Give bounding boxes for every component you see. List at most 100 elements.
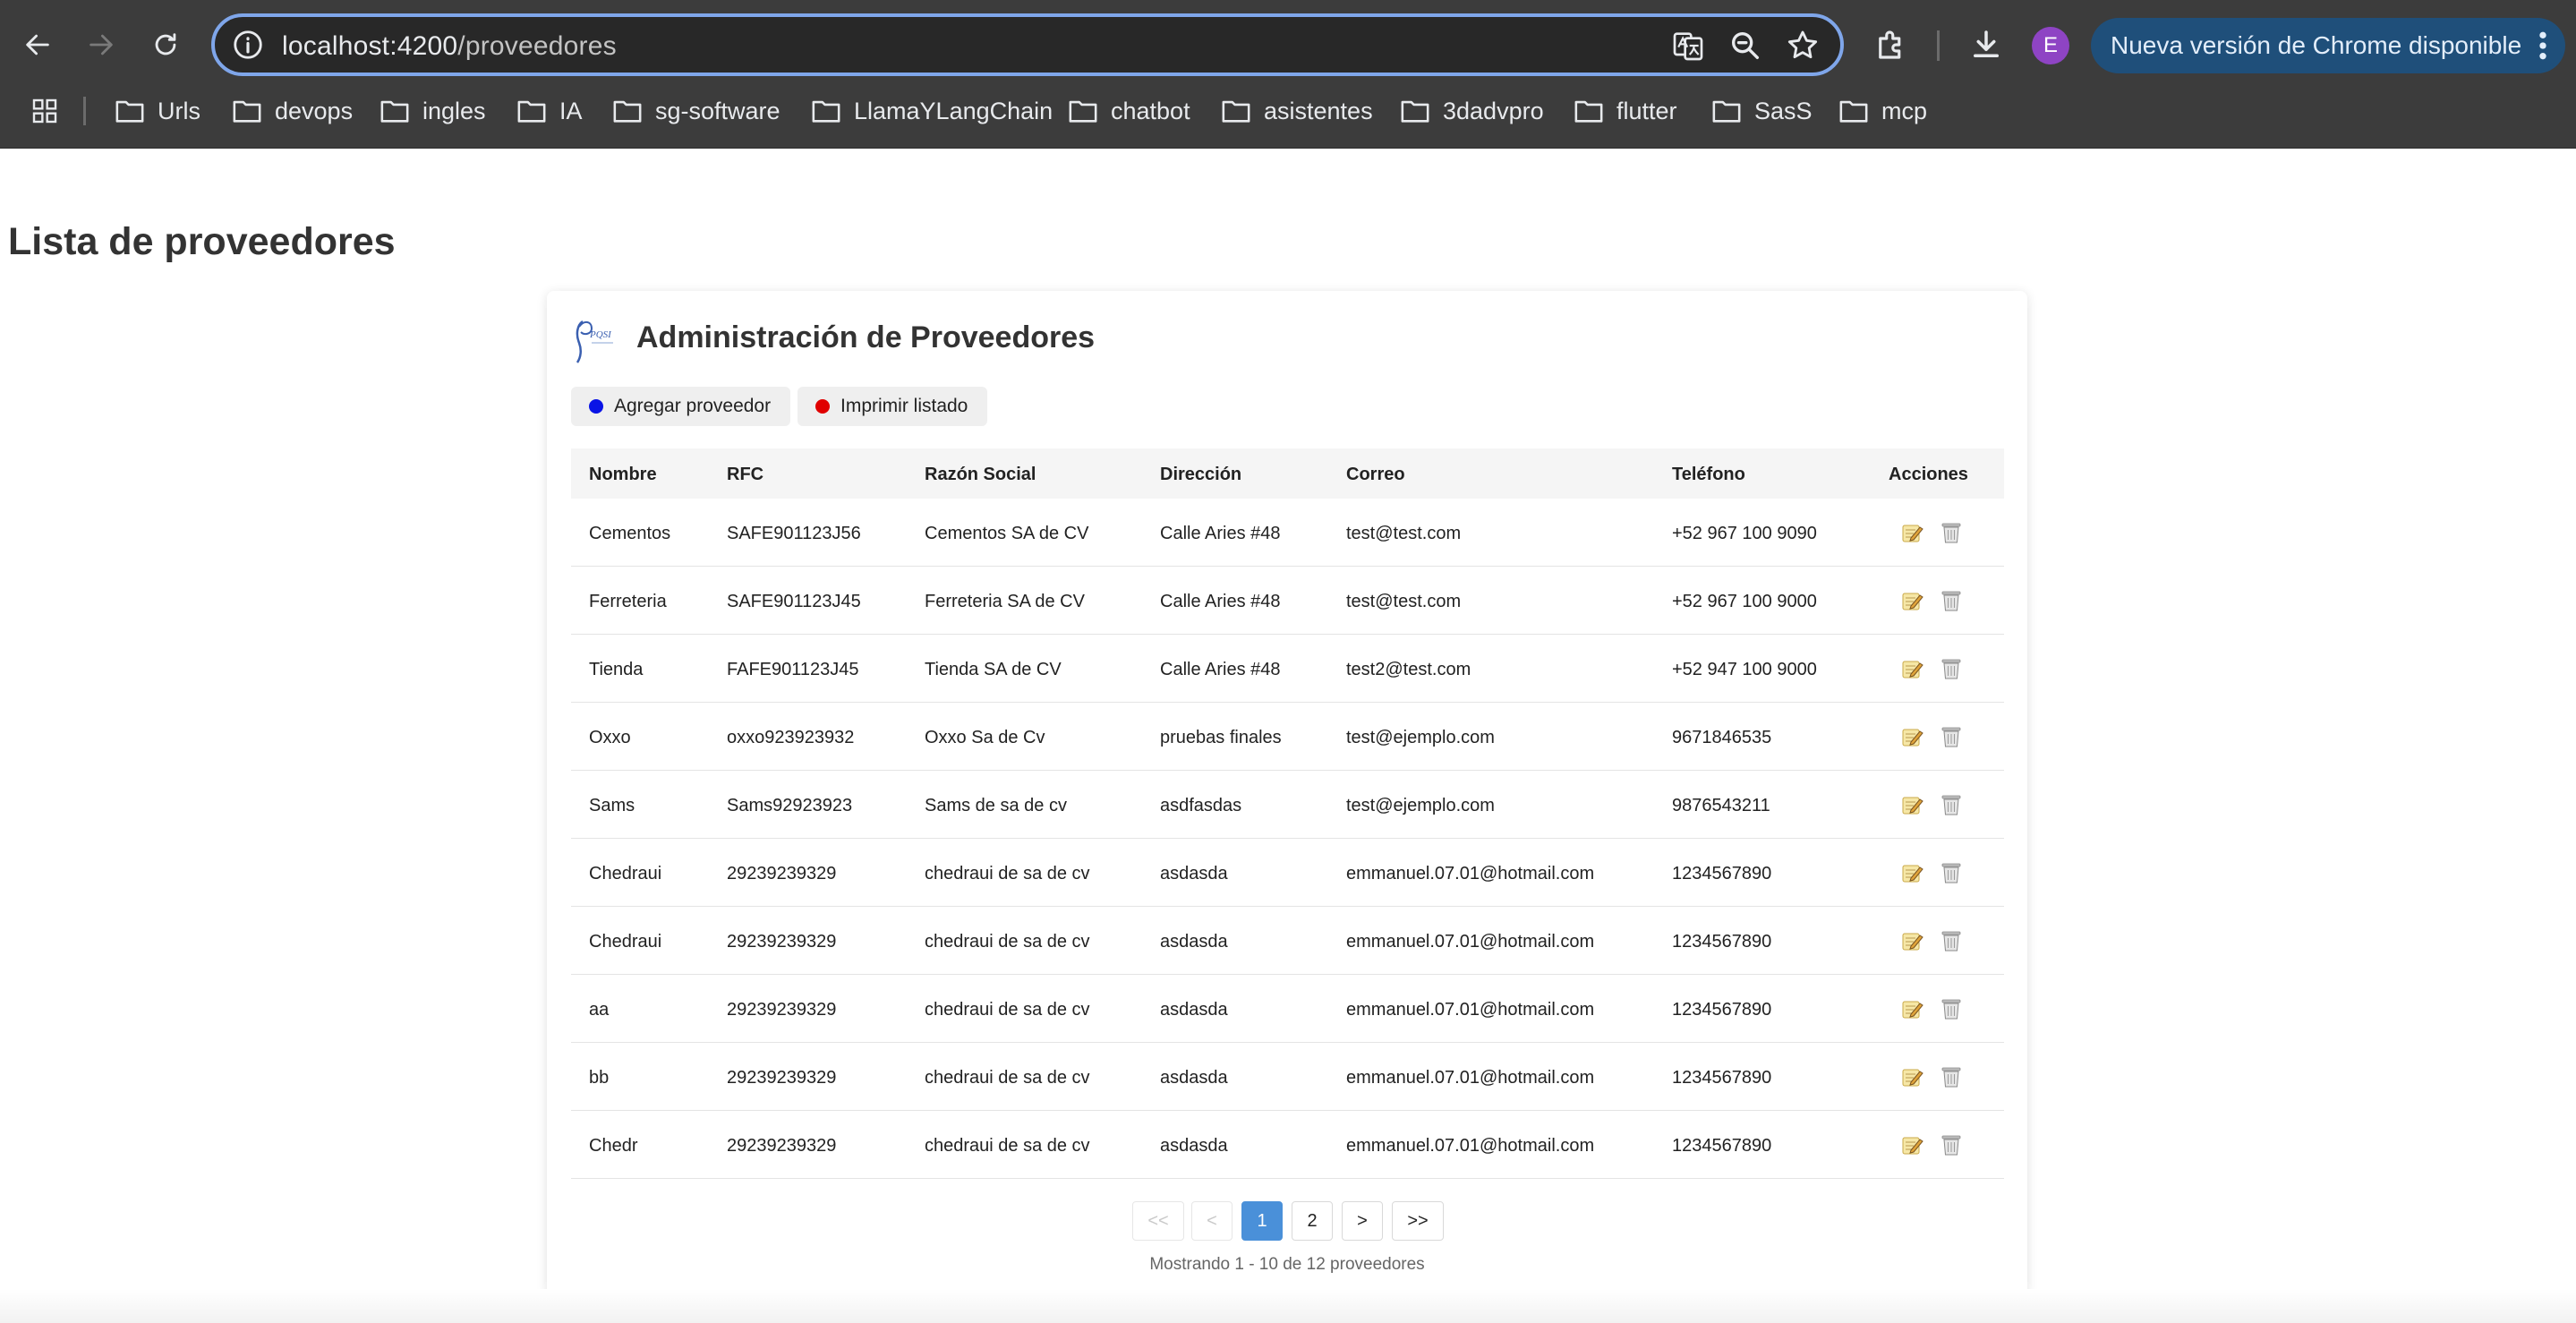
edit-icon[interactable] — [1900, 860, 1923, 885]
cell-razon-social: Ferreteria SA de CV — [925, 592, 1085, 611]
edit-icon[interactable] — [1900, 928, 1923, 953]
bookmark-label: LlamaYLangChain — [854, 97, 1053, 124]
bookmarks-separator — [83, 97, 86, 125]
print-list-button[interactable]: Imprimir listado — [798, 387, 988, 426]
bookmark-folder[interactable]: Urls — [115, 93, 200, 129]
trash-icon[interactable] — [1940, 1132, 1963, 1157]
apps-grid-icon[interactable] — [30, 97, 59, 125]
translate-icon[interactable] — [1670, 28, 1706, 64]
last-page-button[interactable]: >> — [1392, 1201, 1444, 1241]
folder-icon — [613, 100, 642, 123]
table-row: Ferreteria SAFE901123J45 Ferreteria SA de … — [571, 567, 2004, 635]
folder-icon — [1574, 100, 1603, 123]
cell-telefono: 1234567890 — [1672, 1068, 1772, 1088]
address-bar[interactable]: localhost:4200/proveedores — [211, 13, 1844, 76]
folder-icon — [1069, 100, 1097, 123]
add-supplier-button[interactable]: Agregar proveedor — [571, 387, 791, 426]
download-icon[interactable] — [1967, 26, 2005, 64]
print-list-label: Imprimir listado — [840, 396, 968, 416]
edit-icon[interactable] — [1900, 1064, 1923, 1089]
more-vert-icon[interactable] — [2538, 30, 2547, 61]
table-row: Chedr 29239239329 chedraui de sa de cv asda… — [571, 1111, 2004, 1179]
site-info-icon[interactable] — [231, 28, 265, 62]
bookmark-folder[interactable]: SasS — [1711, 93, 1813, 129]
bookmark-folder[interactable]: asistentes — [1221, 93, 1373, 129]
bookmark-folder[interactable]: IA — [516, 93, 583, 129]
edit-icon[interactable] — [1900, 520, 1923, 545]
table-row: Cementos SAFE901123J56 Cementos SA de CV Ca… — [571, 499, 2004, 567]
pagination-summary: Mostrando 1 - 10 de 12 proveedores — [1149, 1255, 1425, 1274]
cell-rfc: 29239239329 — [727, 1136, 837, 1156]
reload-button[interactable] — [141, 20, 191, 70]
edit-icon[interactable] — [1900, 588, 1923, 613]
back-button[interactable] — [13, 20, 63, 70]
red-dot-icon — [815, 399, 830, 414]
page-2-button[interactable]: 2 — [1292, 1201, 1333, 1241]
svg-text:PQSI: PQSI — [589, 329, 612, 340]
cell-nombre: Tienda — [589, 660, 644, 679]
cell-direccion: pruebas finales — [1160, 728, 1282, 747]
cell-rfc: SAFE901123J56 — [727, 524, 861, 543]
first-page-button[interactable]: << — [1132, 1201, 1184, 1241]
extensions-icon[interactable] — [1872, 26, 1910, 64]
table-header: Nombre RFC Razón Social Dirección Correo… — [571, 448, 2004, 499]
bookmark-folder[interactable]: ingles — [380, 93, 486, 129]
bookmark-folder[interactable]: LlamaYLangChain — [811, 93, 1053, 129]
cell-correo: emmanuel.07.01@hotmail.com — [1346, 1000, 1595, 1020]
chrome-update-button[interactable]: Nueva versión de Chrome disponible — [2091, 18, 2565, 73]
cell-telefono: 1234567890 — [1672, 1136, 1772, 1156]
url-text[interactable]: localhost:4200/proveedores — [282, 31, 617, 62]
cell-rfc: 29239239329 — [727, 1000, 837, 1020]
bookmark-label: 3dadvpro — [1443, 97, 1544, 124]
trash-icon[interactable] — [1940, 724, 1963, 749]
cell-rfc: 29239239329 — [727, 932, 837, 952]
cell-correo: test@ejemplo.com — [1346, 796, 1495, 815]
cell-nombre: Chedraui — [589, 932, 662, 952]
bookmark-folder[interactable]: mcp — [1838, 93, 1927, 129]
trash-icon[interactable] — [1940, 588, 1963, 613]
folder-icon — [380, 100, 409, 123]
trash-icon[interactable] — [1940, 860, 1963, 885]
arrow-left-icon — [26, 34, 49, 55]
edit-icon[interactable] — [1900, 656, 1923, 681]
trash-icon[interactable] — [1940, 520, 1963, 545]
edit-icon[interactable] — [1900, 1132, 1923, 1157]
next-page-button[interactable]: > — [1342, 1201, 1383, 1241]
table-row: aa 29239239329 chedraui de sa de cv asdasda… — [571, 975, 2004, 1043]
trash-icon[interactable] — [1940, 792, 1963, 817]
cell-direccion: asdasda — [1160, 932, 1228, 952]
bookmark-label: devops — [275, 97, 354, 124]
trash-icon[interactable] — [1940, 928, 1963, 953]
table-row: bb 29239239329 chedraui de sa de cv asdasda… — [571, 1043, 2004, 1111]
edit-icon[interactable] — [1900, 996, 1923, 1021]
cell-nombre: Cementos — [589, 524, 671, 543]
bookmark-folder[interactable]: chatbot — [1068, 93, 1190, 129]
trash-icon[interactable] — [1940, 996, 1963, 1021]
bookmark-folder[interactable]: devops — [232, 93, 353, 129]
card-title: Administración de Proveedores — [636, 320, 1096, 354]
trash-icon[interactable] — [1940, 656, 1963, 681]
prev-page-button[interactable]: < — [1191, 1201, 1233, 1241]
profile-avatar[interactable]: E — [2032, 27, 2069, 64]
bookmark-folder[interactable]: flutter — [1574, 93, 1677, 129]
forward-button[interactable] — [76, 20, 126, 70]
trash-icon[interactable] — [1940, 1064, 1963, 1089]
zoom-icon[interactable] — [1727, 28, 1763, 64]
edit-icon[interactable] — [1900, 724, 1923, 749]
folder-icon — [1401, 100, 1429, 123]
bookmark-label: ingles — [422, 97, 486, 124]
bookmark-folder[interactable]: 3dadvpro — [1400, 93, 1544, 129]
folder-icon — [1712, 100, 1741, 123]
cell-telefono: +52 967 100 9090 — [1672, 524, 1817, 543]
cell-telefono: +52 967 100 9000 — [1672, 592, 1817, 611]
folder-icon — [233, 100, 261, 123]
edit-icon[interactable] — [1900, 792, 1923, 817]
cell-telefono: 1234567890 — [1672, 932, 1772, 952]
bookmark-folder[interactable]: sg-software — [612, 93, 780, 129]
column-header-direccion: Dirección — [1160, 465, 1242, 484]
page-1-button[interactable]: 1 — [1241, 1201, 1283, 1241]
bookmark-star-icon[interactable] — [1785, 28, 1821, 64]
cell-nombre: Chedr — [589, 1136, 638, 1156]
folder-icon — [1839, 100, 1868, 123]
cell-nombre: Oxxo — [589, 728, 631, 747]
